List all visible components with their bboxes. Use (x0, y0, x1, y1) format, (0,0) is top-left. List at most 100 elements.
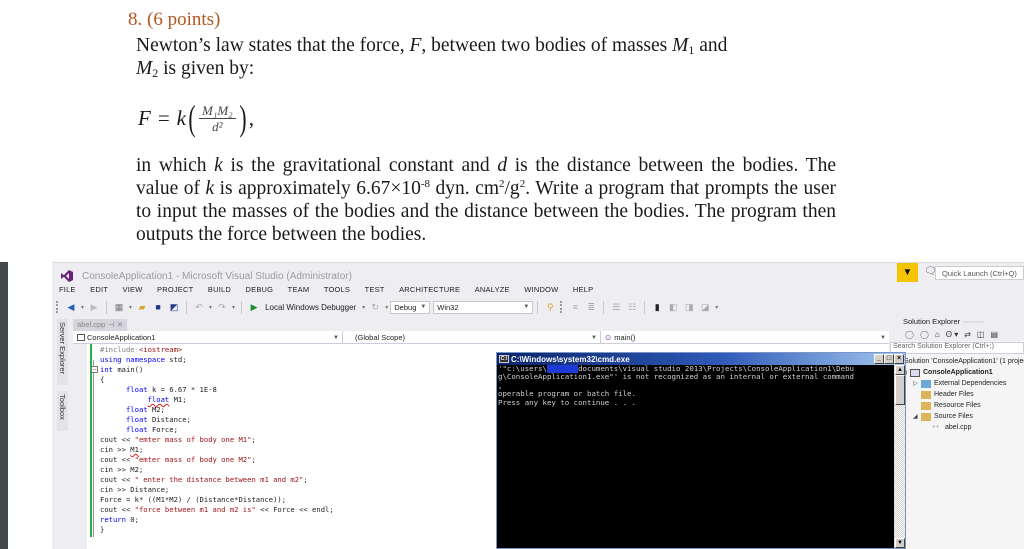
code-line[interactable]: cin >> M2; (100, 465, 334, 475)
code-line[interactable]: cout << "emter mass of body one M1"; (100, 435, 334, 445)
cmd-scrollbar[interactable]: ▲ ▼ (894, 365, 905, 548)
sync-icon[interactable]: ⇄ (964, 330, 971, 339)
new-project-icon[interactable]: ▦ (114, 302, 124, 312)
document-tab-abel-cpp[interactable]: abel.cpp ⊣ ✕ (73, 319, 127, 331)
code-line[interactable]: cout << " enter the distance between m1 … (100, 475, 334, 485)
code-line[interactable]: { (100, 375, 334, 385)
code-token: << Force << endl; (255, 505, 334, 514)
menu-test[interactable]: TEST (365, 285, 385, 294)
cmd-title-bar[interactable]: C:\ C:\Windows\system32\cmd.exe _ □ × (497, 353, 905, 365)
menu-file[interactable]: FILE (59, 285, 76, 294)
scroll-up-icon[interactable]: ▲ (895, 365, 905, 375)
code-line[interactable]: int main() (100, 365, 334, 375)
code-line[interactable]: cin >> Distance; (100, 485, 334, 495)
server-explorer-tab[interactable]: Server Explorer (57, 319, 68, 385)
menu-window[interactable]: WINDOW (524, 285, 558, 294)
refresh-icon[interactable]: ↻ (370, 302, 380, 312)
code-line[interactable]: #include <iostream> (100, 345, 334, 355)
cmd-window[interactable]: C:\ C:\Windows\system32\cmd.exe _ □ × '"… (496, 352, 906, 549)
menu-architecture[interactable]: ARCHITECTURE (399, 285, 460, 294)
clear-bookmarks-icon[interactable]: ◪ (700, 302, 710, 312)
next-bookmark-icon[interactable]: ◨ (684, 302, 694, 312)
code-line[interactable]: float k = 6.67 * 1E-8 (100, 385, 334, 395)
save-all-icon[interactable]: ◩ (169, 302, 179, 312)
code-line[interactable]: Force = k* ((M1*M2) / (Distance*Distance… (100, 495, 334, 505)
code-line[interactable]: float Force; (100, 425, 334, 435)
visual-studio-logo-icon (60, 270, 74, 282)
solution-tree-item[interactable]: ◢ConsoleApplication1 (899, 367, 1024, 378)
collapse-all-icon[interactable]: ◫ (977, 330, 985, 339)
menu-help[interactable]: HELP (573, 285, 593, 294)
properties-icon[interactable]: ▤ (990, 330, 998, 339)
navigate-back-icon[interactable]: ◀ (66, 302, 76, 312)
scroll-down-icon[interactable]: ▼ (895, 538, 905, 548)
code-line[interactable]: cin >> M1; (100, 445, 334, 455)
code-line[interactable]: cout << "force between m1 and m2 is" << … (100, 505, 334, 515)
collapse-main-icon[interactable]: − (91, 366, 98, 374)
code-token: M2; (151, 405, 165, 414)
uncomment-icon[interactable]: ≣ (586, 302, 596, 312)
solution-configuration-select[interactable]: Debug ▼ (390, 300, 431, 314)
toolbox-tab[interactable]: Toolbox (57, 391, 68, 431)
code-line[interactable]: using namespace std; (100, 355, 334, 365)
home-icon[interactable]: ⌂ (935, 330, 940, 339)
start-debugger-button[interactable]: Local Windows Debugger (265, 303, 356, 312)
menu-analyze[interactable]: ANALYZE (475, 285, 510, 294)
back-icon[interactable]: ◯ (905, 330, 914, 339)
code-text[interactable]: #include <iostream> using namespace std; i… (100, 345, 334, 535)
member-dropdown[interactable]: ⊙ main() ▼ (601, 331, 889, 344)
menu-view[interactable]: VIEW (123, 285, 143, 294)
toolbar-overflow-icon[interactable]: ▾ (715, 304, 718, 311)
menu-project[interactable]: PROJECT (157, 285, 193, 294)
problem-heading: 8. (6 points) (128, 9, 221, 30)
close-tab-icon[interactable]: ✕ (117, 320, 123, 329)
menu-debug[interactable]: DEBUG (246, 285, 274, 294)
notifications-filter-icon[interactable]: ▼ (897, 263, 918, 282)
solution-explorer-search[interactable]: Search Solution Explorer (Ctrl+;) (890, 342, 1024, 354)
solution-tree-item[interactable]: Resource Files (899, 400, 1024, 411)
solution-tree-item[interactable]: Solution 'ConsoleApplication1' (1 projec… (899, 356, 1024, 367)
project-dropdown[interactable]: ConsoleApplication1 ▼ (73, 331, 343, 344)
code-line[interactable]: return 0; (100, 515, 334, 525)
code-line[interactable]: cout << "emter mass of body one M2"; (100, 455, 334, 465)
forward-icon[interactable]: ◯ (920, 330, 929, 339)
solution-platform-select[interactable]: Win32 ▼ (433, 300, 534, 314)
close-button[interactable]: × (894, 354, 904, 364)
minimize-button[interactable]: _ (874, 354, 884, 364)
chevron-down-icon: ▼ (523, 304, 530, 310)
solution-tree-item[interactable]: Header Files (899, 389, 1024, 400)
undo-icon[interactable]: ↶ (194, 302, 204, 312)
expander-icon[interactable]: ▷ (913, 380, 921, 387)
pin-tab-icon[interactable]: ⊣ (108, 320, 115, 329)
expander-icon[interactable]: ◢ (913, 413, 921, 420)
code-line[interactable]: float Distance; (100, 415, 334, 425)
code-line[interactable]: float M1; (100, 395, 334, 405)
menu-edit[interactable]: EDIT (90, 285, 108, 294)
quick-launch-input[interactable]: Quick Launch (Ctrl+Q) (935, 266, 1024, 280)
code-line[interactable]: } (100, 525, 334, 535)
redo-icon[interactable]: ↷ (217, 302, 227, 312)
outdent-icon[interactable]: ☷ (627, 302, 637, 312)
navigate-forward-icon[interactable]: ▶ (89, 302, 99, 312)
toolbar-grip[interactable] (56, 301, 59, 313)
pending-changes-filter-icon[interactable]: ʘ ▾ (946, 330, 958, 339)
solution-tree-item[interactable]: ⁺⁺ abel.cpp (899, 422, 1024, 433)
bookmark-icon[interactable]: ▮ (652, 302, 662, 312)
save-icon[interactable]: ■ (153, 302, 163, 312)
find-in-files-icon[interactable]: ⚲ (545, 302, 555, 312)
solution-tree-item[interactable]: ◢ Source Files (899, 411, 1024, 422)
indent-icon[interactable]: ☰ (611, 302, 621, 312)
menu-team[interactable]: TEAM (288, 285, 310, 294)
comment-icon[interactable]: ≡ (570, 302, 580, 312)
code-line[interactable]: float M2; (100, 405, 334, 415)
menu-build[interactable]: BUILD (208, 285, 231, 294)
start-debugging-icon[interactable]: ▶ (249, 302, 259, 312)
previous-bookmark-icon[interactable]: ◧ (668, 302, 678, 312)
open-file-icon[interactable]: ▰ (137, 302, 147, 312)
maximize-button[interactable]: □ (884, 354, 894, 364)
solution-tree-item[interactable]: ▷ External Dependencies (899, 378, 1024, 389)
menu-tools[interactable]: TOOLS (324, 285, 350, 294)
window-title-bar: ConsoleApplication1 - Microsoft Visual S… (60, 267, 352, 285)
scroll-thumb[interactable] (895, 375, 905, 405)
scope-dropdown[interactable]: (Global Scope) ▼ (343, 331, 601, 344)
